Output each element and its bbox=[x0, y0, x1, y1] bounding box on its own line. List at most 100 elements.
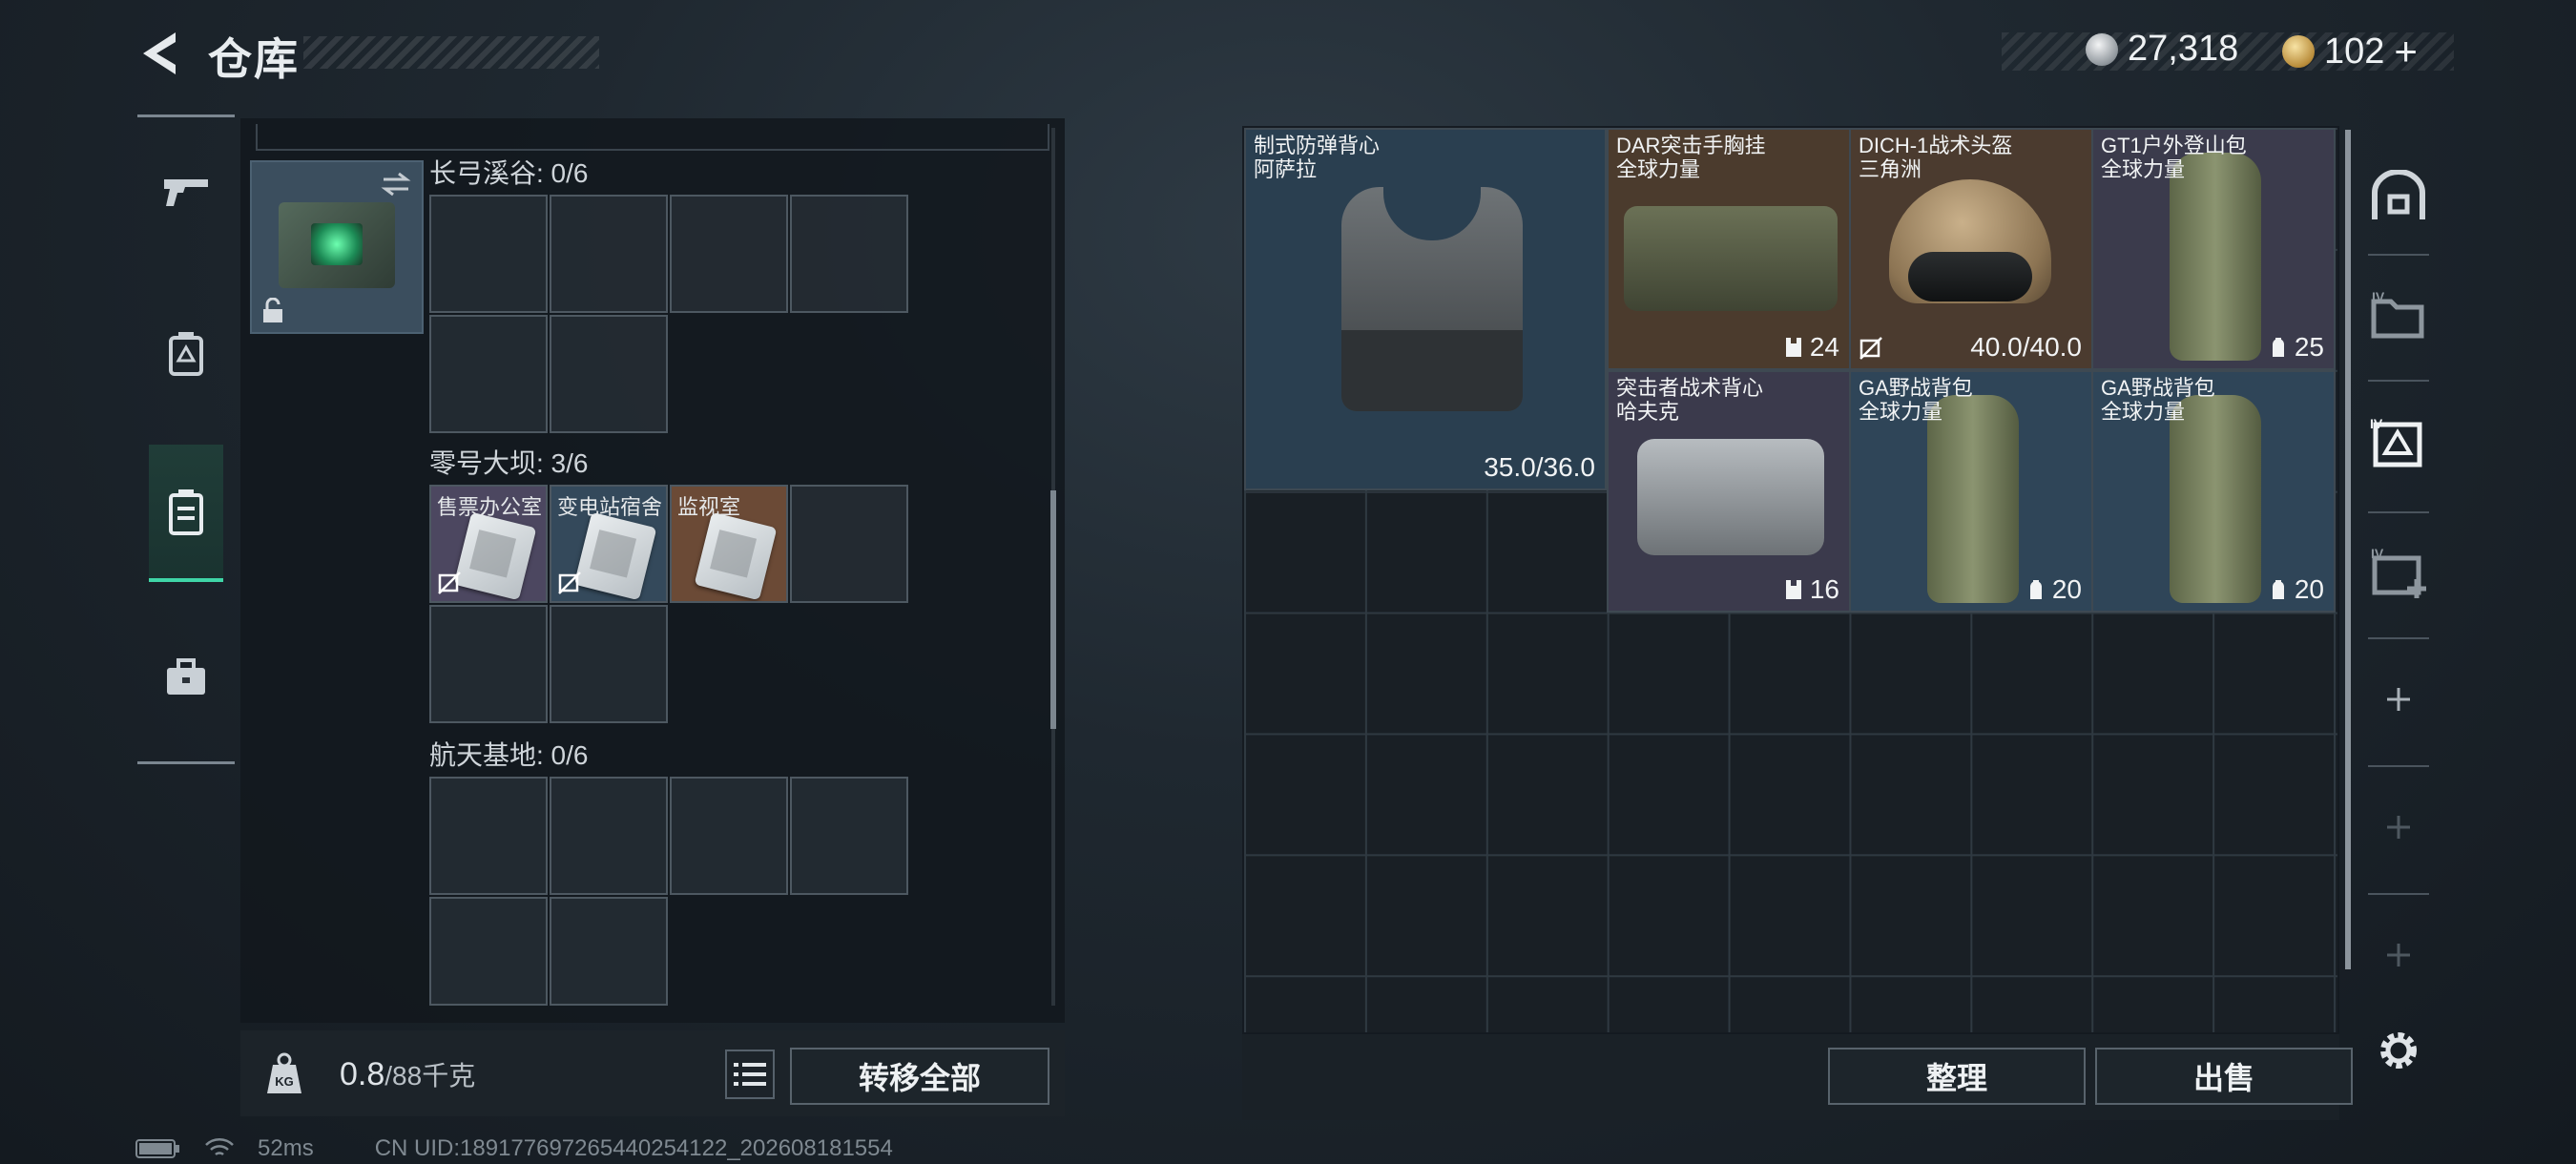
item-value: 20 bbox=[2294, 574, 2324, 604]
item-name: GT1户外登山包 全球力量 bbox=[2101, 134, 2247, 181]
swap-icon[interactable] bbox=[380, 170, 412, 198]
item-name-line1: GT1户外登山包 bbox=[2101, 134, 2247, 157]
weight-max: /88千克 bbox=[384, 1061, 476, 1091]
stash-scrollbar[interactable] bbox=[2345, 130, 2351, 969]
key-case-image bbox=[279, 202, 395, 288]
settings-button[interactable] bbox=[2360, 1008, 2437, 1093]
key-slot-empty[interactable] bbox=[550, 777, 668, 895]
item-name: DICH-1战术头盔 三角洲 bbox=[1859, 134, 2012, 181]
rail-stash-1[interactable]: IV bbox=[2360, 273, 2437, 359]
plus-icon bbox=[2387, 944, 2410, 967]
item-name: DAR突击手胸挂 全球力量 bbox=[1616, 134, 1765, 181]
stash-item-helmet[interactable]: DICH-1战术头盔 三角洲 40.0/40.0 bbox=[1849, 128, 2093, 370]
ping-text: 52ms bbox=[258, 1135, 314, 1161]
key-slot-empty[interactable] bbox=[429, 195, 548, 313]
weight-kg-icon: KG bbox=[267, 1052, 301, 1093]
pistol-icon bbox=[164, 179, 208, 206]
item-value: 25 bbox=[2294, 332, 2324, 362]
key-slot-empty[interactable] bbox=[790, 777, 908, 895]
item-value: 24 bbox=[1809, 332, 1839, 362]
key-slot-empty[interactable] bbox=[670, 195, 788, 313]
add-currency-button[interactable]: + bbox=[2394, 29, 2418, 74]
stash-item-chest-rig[interactable]: DAR突击手胸挂 全球力量 24 bbox=[1607, 128, 1851, 370]
rail-add-slot-locked[interactable] bbox=[2360, 784, 2437, 870]
chest-rig-image bbox=[1624, 206, 1838, 311]
transfer-all-button[interactable]: 转移全部 bbox=[790, 1048, 1049, 1105]
stash-item-body-armor[interactable]: 制式防弹背心 阿萨拉 35.0/36.0 bbox=[1244, 128, 1607, 490]
svg-text:KG: KG bbox=[275, 1074, 294, 1089]
key-container-panel: 长弓溪谷: 0/6 零号大坝: 3/6 售票办公室 变电站宿舍 监视室 航天基地… bbox=[240, 118, 1065, 1023]
category-tabs bbox=[137, 114, 235, 768]
tab-weapons[interactable] bbox=[149, 124, 223, 258]
key-slot-empty[interactable] bbox=[429, 897, 548, 1006]
stash-item-backpack-gt1[interactable]: GT1户外登山包 全球力量 25 bbox=[2091, 128, 2336, 370]
key-slot-empty[interactable] bbox=[429, 777, 548, 895]
key-slot-empty[interactable] bbox=[550, 897, 668, 1006]
stash-add-icon: IV bbox=[2371, 547, 2426, 598]
key-slot-empty[interactable] bbox=[790, 485, 908, 603]
key-slot-empty[interactable] bbox=[429, 605, 548, 723]
tab-toolbox[interactable] bbox=[149, 611, 223, 744]
key-slot-empty[interactable] bbox=[550, 605, 668, 723]
key-slot-empty[interactable] bbox=[550, 315, 668, 433]
gold-coin-icon bbox=[2282, 35, 2315, 68]
item-name-line1: DICH-1战术头盔 bbox=[1859, 134, 2013, 157]
rail-stash-2-active[interactable]: IV bbox=[2360, 401, 2437, 487]
item-name-line2: 全球力量 bbox=[1616, 157, 1701, 181]
key-slot-empty[interactable] bbox=[790, 195, 908, 313]
item-name-line1: 制式防弹背心 bbox=[1254, 134, 1381, 157]
item-value: 40.0/40.0 bbox=[1970, 332, 2082, 362]
stash-panel: 制式防弹背心 阿萨拉 35.0/36.0 DAR突击手胸挂 全球力量 24 DI… bbox=[1242, 126, 2353, 1120]
tab-divider bbox=[137, 114, 235, 117]
item-name-line1: GA野战背包 bbox=[1859, 376, 1973, 400]
rail-add-slot[interactable] bbox=[2360, 656, 2437, 742]
item-name-line2: 阿萨拉 bbox=[1254, 157, 1318, 181]
body-armor-image bbox=[1322, 187, 1542, 416]
rail-add-slot-locked[interactable] bbox=[2360, 912, 2437, 998]
list-view-button[interactable] bbox=[725, 1050, 775, 1099]
backpack-image bbox=[2170, 153, 2261, 361]
backpack-icon bbox=[2029, 580, 2042, 599]
key-slot-empty[interactable] bbox=[429, 315, 548, 433]
plus-icon bbox=[2387, 688, 2410, 711]
item-capacity: 25 bbox=[2268, 332, 2324, 363]
key-item[interactable]: 售票办公室 bbox=[429, 485, 548, 603]
item-capacity: 24 bbox=[1783, 332, 1839, 363]
key-item[interactable]: 变电站宿舍 bbox=[550, 485, 668, 603]
rail-safebox[interactable] bbox=[2360, 153, 2437, 239]
stash-item-backpack-ga[interactable]: GA野战背包 全球力量 20 bbox=[2091, 370, 2336, 613]
key-item[interactable]: 监视室 bbox=[670, 485, 788, 603]
silver-coin-icon bbox=[2086, 32, 2118, 66]
tactical-vest-image bbox=[1637, 439, 1824, 555]
backpack-image bbox=[1927, 395, 2019, 603]
item-capacity: 20 bbox=[2025, 574, 2082, 605]
scrollbar-thumb[interactable] bbox=[1050, 490, 1056, 729]
no-insure-icon bbox=[558, 572, 581, 594]
key-slot-empty[interactable] bbox=[550, 195, 668, 313]
back-arrow-icon[interactable] bbox=[134, 27, 187, 80]
weight-value: 0.8 bbox=[340, 1056, 385, 1092]
key-item-name: 售票办公室 bbox=[437, 495, 543, 519]
tab-keys[interactable] bbox=[149, 445, 223, 582]
chest-rig-icon bbox=[1785, 580, 1801, 599]
currency-b[interactable]: 102 + bbox=[2282, 29, 2418, 74]
storage-rail: IV IV IV bbox=[2360, 120, 2437, 1069]
no-insure-icon bbox=[438, 572, 461, 594]
key-case-slot[interactable] bbox=[250, 160, 424, 334]
backpack-icon bbox=[2272, 338, 2284, 357]
sort-button[interactable]: 整理 bbox=[1828, 1048, 2086, 1105]
helmet-image bbox=[1889, 179, 2051, 322]
stash-item-backpack-ga[interactable]: GA野战背包 全球力量 20 bbox=[1849, 370, 2093, 613]
item-name: GA野战背包 全球力量 bbox=[1859, 376, 1973, 424]
backpack-image bbox=[2170, 395, 2261, 603]
map-label-spacebase: 航天基地: 0/6 bbox=[429, 740, 589, 770]
tab-armor[interactable] bbox=[149, 286, 223, 420]
item-name-line2: 全球力量 bbox=[2101, 157, 2186, 181]
item-durability: 35.0/36.0 bbox=[1484, 452, 1595, 483]
currency-a: 27,318 bbox=[2086, 29, 2238, 70]
currency-b-value: 102 bbox=[2324, 31, 2385, 72]
sell-button[interactable]: 出售 bbox=[2095, 1048, 2353, 1105]
rail-stash-3[interactable]: IV bbox=[2360, 530, 2437, 616]
stash-item-tactical-vest[interactable]: 突击者战术背心 哈夫克 16 bbox=[1607, 370, 1851, 613]
key-slot-empty[interactable] bbox=[670, 777, 788, 895]
